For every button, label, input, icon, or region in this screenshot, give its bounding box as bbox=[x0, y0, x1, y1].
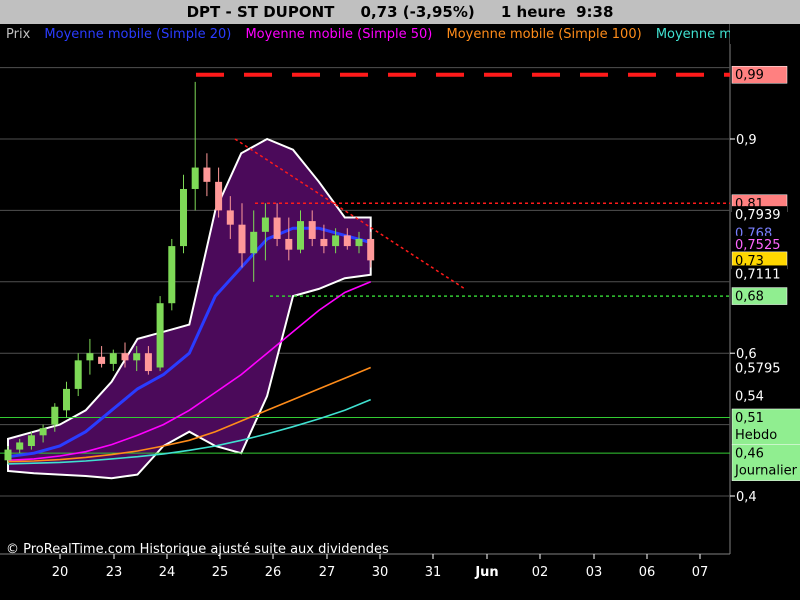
legend-price: Prix bbox=[6, 27, 31, 42]
candle-body bbox=[273, 217, 281, 239]
legend-ma50: Moyenne mobile (Simple 50) bbox=[245, 27, 432, 42]
candle-body bbox=[250, 231, 258, 254]
price-labels: 0,990,810,79390,7680,75250,730,71110,680… bbox=[731, 65, 800, 481]
time-tick-label: 24 bbox=[159, 565, 176, 580]
price-chart[interactable]: 0,40,60,9 20 23 24 25 26 27 30 31 Jun 02 03 06 07 0,… bbox=[0, 24, 800, 600]
candle-body bbox=[355, 238, 363, 247]
candle-body bbox=[156, 303, 164, 368]
legend-clip bbox=[730, 24, 800, 44]
candle-body bbox=[63, 388, 70, 411]
price-label-value: 0,5795 bbox=[735, 361, 781, 376]
time-tick-label: 03 bbox=[586, 565, 603, 580]
time-tick-label: 23 bbox=[106, 565, 123, 580]
time-tick-label: 07 bbox=[692, 565, 709, 580]
chart-title-bar: DPT - ST DUPONT 0,73 (-3,95%) 1 heure 9:… bbox=[0, 0, 800, 25]
price-label-value: 0,7939 bbox=[735, 208, 781, 223]
candle-body bbox=[4, 449, 12, 461]
candle-body bbox=[226, 210, 234, 225]
candle-body bbox=[74, 360, 82, 389]
legend-ma20: Moyenne mobile (Simple 20) bbox=[44, 27, 231, 42]
candle-body bbox=[332, 235, 340, 247]
price-label-value: 0,51 bbox=[735, 411, 764, 426]
title-symbol: DPT - ST DUPONT bbox=[186, 3, 335, 21]
candle-body bbox=[285, 238, 293, 250]
price-label-period: Journalier bbox=[734, 464, 798, 479]
price-label-value: 0,46 bbox=[735, 447, 764, 462]
candle-body bbox=[238, 224, 246, 254]
time-tick-label: Jun bbox=[474, 565, 498, 580]
candle-body bbox=[203, 167, 211, 182]
candle-body bbox=[27, 435, 35, 447]
time-tick-label: 06 bbox=[639, 565, 656, 580]
candle-body bbox=[215, 181, 223, 211]
price-label-value: 0,99 bbox=[735, 68, 764, 83]
candle-body bbox=[191, 167, 199, 189]
candle-body bbox=[320, 238, 328, 247]
time-tick-label: 02 bbox=[532, 565, 549, 580]
candle-body bbox=[308, 221, 316, 239]
title-change: 0,73 (-3,95%) bbox=[360, 3, 475, 21]
time-tick-label: 25 bbox=[212, 565, 229, 580]
title-time: 9:38 bbox=[576, 3, 614, 21]
candle-body bbox=[109, 353, 117, 364]
candle-body bbox=[133, 353, 141, 361]
candle-body bbox=[168, 246, 176, 304]
candle-body bbox=[98, 356, 106, 364]
price-label-value: 0,7111 bbox=[735, 267, 781, 282]
time-tick-label: 27 bbox=[319, 565, 336, 580]
price-label-period: Hebdo bbox=[735, 428, 777, 443]
price-label-value: 0,68 bbox=[735, 290, 764, 305]
time-tick-label: 30 bbox=[372, 565, 389, 580]
candle-body bbox=[180, 188, 187, 247]
candle-body bbox=[367, 238, 375, 261]
candle-body bbox=[297, 221, 304, 250]
time-tick-label: 20 bbox=[52, 565, 69, 580]
candle-body bbox=[121, 353, 129, 361]
candle-body bbox=[261, 217, 269, 232]
time-tick-label: 31 bbox=[425, 565, 442, 580]
candle-body bbox=[144, 353, 152, 372]
candle-body bbox=[16, 442, 24, 450]
copyright-note: © ProRealTime.com Historique ajusté suit… bbox=[6, 542, 389, 557]
time-tick-label: 26 bbox=[265, 565, 282, 580]
candle-body bbox=[39, 428, 47, 436]
title-interval: 1 heure bbox=[500, 3, 566, 21]
price-label-value: 0,7525 bbox=[735, 238, 781, 253]
time-axis: 20 23 24 25 26 27 30 31 Jun 02 03 06 07 bbox=[52, 554, 709, 580]
candle-body bbox=[51, 406, 59, 425]
candle-body bbox=[343, 235, 351, 247]
legend: Prix Moyenne mobile (Simple 20) Moyenne … bbox=[6, 27, 800, 42]
price-tick-label: 0,9 bbox=[736, 133, 757, 148]
price-label-value: 0,54 bbox=[735, 390, 764, 405]
legend-ma100: Moyenne mobile (Simple 100) bbox=[447, 27, 642, 42]
price-tick-label: 0,4 bbox=[736, 490, 757, 505]
candle-body bbox=[86, 353, 94, 361]
